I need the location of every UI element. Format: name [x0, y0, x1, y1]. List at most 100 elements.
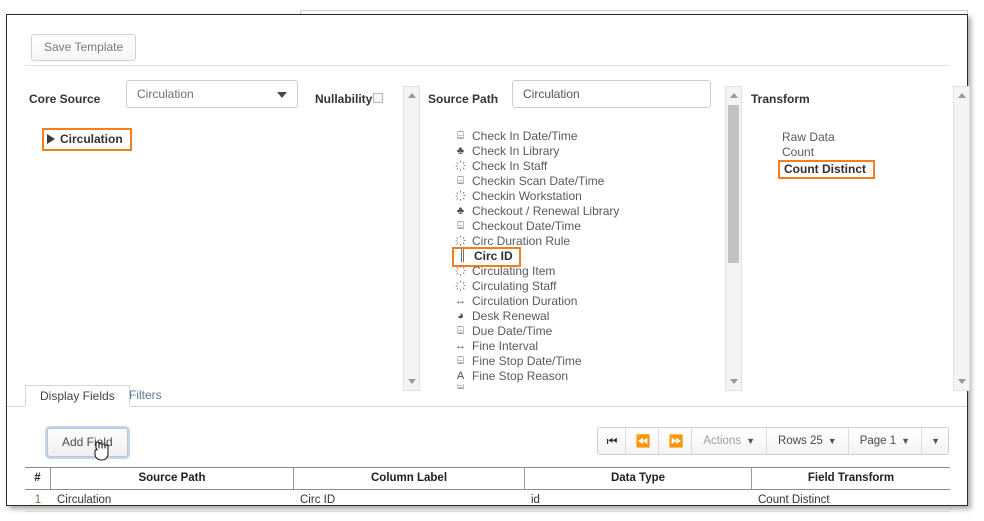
scroll-up-icon[interactable]	[408, 93, 416, 98]
pager-button-label: Actions	[703, 435, 742, 447]
tree-node-label: Circulation	[60, 132, 123, 146]
source-path-item[interactable]: ⌸ Due Date/Time	[454, 324, 716, 339]
cell-source-path: Circulation	[57, 494, 112, 506]
source-path-item[interactable]: A Fine Stop Reason	[454, 369, 716, 384]
source-path-item[interactable]: ⌸ Checkin Scan Date/Time	[454, 174, 716, 189]
transform-item[interactable]: Count	[782, 145, 932, 160]
source-path-item[interactable]: ║ Circ ID	[452, 246, 716, 267]
source-path-item-label: Check In Staff	[472, 159, 548, 173]
core-source-select[interactable]: Circulation	[126, 80, 298, 108]
pager-button-label: ⏩	[668, 434, 683, 448]
source-path-item-label: Checkout / Renewal Library	[472, 204, 620, 218]
transform-scrollbar[interactable]	[953, 86, 970, 391]
link-icon: ҉	[454, 189, 467, 204]
cell-field-transform: Count Distinct	[758, 494, 830, 506]
transform-item[interactable]: Raw Data	[782, 130, 932, 145]
source-path-item[interactable]: ҉ Circulating Item	[454, 264, 716, 279]
source-path-item[interactable]: ⌸ Check In Date/Time	[454, 129, 716, 144]
next-page-button[interactable]: ⏩	[659, 428, 693, 454]
source-path-item-label: Circulating Item	[472, 264, 556, 278]
tab-filters[interactable]: Filters	[115, 385, 176, 407]
screenshot-root: Save Template Core Source Circulation Ci…	[0, 0, 984, 521]
add-field-button[interactable]: Add Field	[47, 428, 128, 457]
source-path-label: Source Path	[428, 92, 499, 106]
top-toolbar: Save Template	[7, 15, 967, 61]
table-header-column-label: Column Label	[294, 468, 525, 489]
source-path-item-label: Circ ID	[474, 248, 513, 263]
pager-button-label: Page 1	[859, 435, 897, 447]
nullability-label: Nullability	[315, 92, 373, 106]
source-path-item[interactable]: ♣ Check In Library	[454, 144, 716, 159]
mouse-cursor-icon	[94, 441, 109, 461]
table-row[interactable]: 1 Circulation Circ ID id Count Distinct	[25, 490, 950, 512]
calendar-icon: ⌸	[457, 355, 464, 367]
nullability-checkbox[interactable]	[373, 93, 383, 103]
source-path-item-label: Circulating Staff	[472, 279, 557, 293]
source-path-item[interactable]: ⌸ Checkout Date/Time	[454, 219, 716, 234]
source-path-scrollbar[interactable]	[725, 86, 742, 391]
cell-number: 1	[34, 494, 42, 506]
boolean-icon: ◕	[457, 310, 464, 322]
page-menu[interactable]: Page 1 ▼	[848, 428, 923, 454]
chevron-down-icon: ▼	[901, 436, 911, 446]
tab-display-fields[interactable]: Display Fields	[25, 385, 130, 407]
scroll-down-icon[interactable]	[730, 379, 738, 384]
table-header-number: #	[25, 468, 51, 489]
source-path-item[interactable]: ◕ Desk Renewal	[454, 309, 716, 324]
scroll-up-icon[interactable]	[958, 93, 966, 98]
core-source-scrollbar[interactable]	[403, 86, 420, 391]
link-icon: ҉	[454, 159, 467, 174]
scroll-down-icon[interactable]	[958, 379, 966, 384]
source-tree-node-circulation[interactable]: Circulation	[42, 128, 132, 151]
transform-item[interactable]: Count Distinct	[778, 160, 932, 179]
source-path-item-label: Checkout Date/Time	[472, 219, 581, 233]
table-header-data-type: Data Type	[525, 468, 752, 489]
source-path-item[interactable]: ♣ Checkout / Renewal Library	[454, 204, 716, 219]
core-source-value: Circulation	[137, 87, 194, 101]
scroll-up-icon[interactable]	[730, 93, 738, 98]
source-path-item[interactable]: ҉ Checkin Workstation	[454, 189, 716, 204]
cell-column-label: Circ ID	[300, 494, 336, 506]
transform-list: Raw Data Count Count Distinct	[778, 130, 932, 179]
source-path-item-label: Desk Renewal	[472, 309, 550, 323]
save-template-button[interactable]: Save Template	[31, 34, 137, 61]
source-path-item-label: Checkin Scan Date/Time	[472, 174, 605, 188]
source-path-item[interactable]: ↔ Fine Interval	[454, 339, 716, 354]
chevron-down-icon: ▼	[827, 436, 837, 446]
source-path-item[interactable]: ⌸ Fine Stop Date/Time	[454, 354, 716, 369]
source-path-item-label: Due Date/Time	[472, 324, 553, 338]
table-action-bar: Add Field ⏮ ⏪ ⏩ Actions ▼ Rows 25 ▼ Page 1 ▼ ▼	[7, 413, 967, 465]
core-source-label: Core Source	[29, 92, 101, 106]
source-path-item-label: Circulation Duration	[472, 294, 578, 308]
actions-menu[interactable]: Actions ▼	[692, 428, 768, 454]
report-template-window: Save Template Core Source Circulation Ci…	[6, 14, 970, 512]
source-path-item[interactable]: ҉ Check In Staff	[454, 159, 716, 174]
transform-item-label: Count	[782, 145, 815, 159]
rows-menu[interactable]: Rows 25 ▼	[767, 428, 849, 454]
calendar-icon: ⌸	[457, 325, 464, 337]
first-page-button[interactable]: ⏮	[597, 428, 627, 454]
source-path-item[interactable]: ҉ Circulating Staff	[454, 279, 716, 294]
calendar-icon: ⌸	[457, 175, 464, 187]
link-icon: ҉	[454, 279, 467, 294]
source-path-input[interactable]: Circulation	[512, 80, 711, 108]
source-path-item-label: Fine Stop Date/Time	[472, 354, 582, 368]
previous-page-button[interactable]: ⏪	[626, 428, 660, 454]
calendar-icon: ⌸	[457, 220, 464, 232]
scrollbar-thumb[interactable]	[728, 105, 739, 263]
scroll-down-icon[interactable]	[408, 379, 416, 384]
library-icon: ♣	[456, 145, 465, 157]
chevron-down-icon: ▼	[746, 436, 756, 446]
library-icon: ♣	[456, 205, 465, 217]
transform-item-label: Count Distinct	[778, 160, 875, 179]
display-fields-table: # Source Path Column Label Data Type Fie…	[25, 467, 950, 512]
duration-icon: ↔	[455, 295, 466, 307]
source-path-item[interactable]: ↔ Circulation Duration	[454, 294, 716, 309]
chevron-down-icon: ▼	[931, 436, 940, 446]
pager-button-label: Rows 25	[778, 435, 823, 447]
source-path-value: Circulation	[523, 87, 580, 101]
source-path-item-label: Fine Stop Reason	[472, 369, 569, 383]
transform-item-label: Raw Data	[782, 130, 835, 144]
more-menu[interactable]: ▼	[922, 428, 948, 454]
source-path-item-label: Check In Library	[472, 144, 560, 158]
